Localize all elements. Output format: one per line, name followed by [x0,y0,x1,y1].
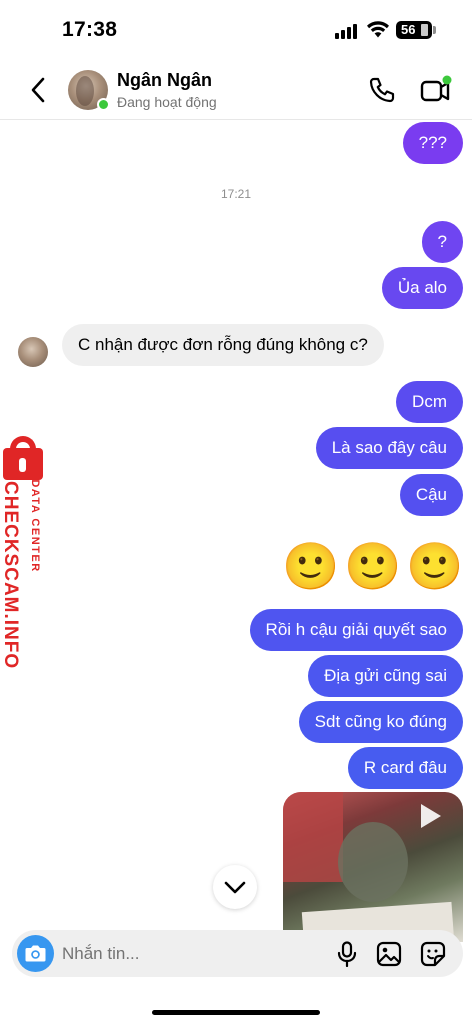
message-bubble-outgoing[interactable]: Rồi h cậu giải quyết sao [249,609,463,651]
media-message[interactable] [283,792,463,942]
online-indicator [97,98,110,111]
message-bubble-outgoing[interactable]: Địa gửi cũng sai [308,655,463,697]
message-bubble-incoming[interactable]: C nhận được đơn rỗng đúng không c? [62,324,384,366]
message-bubble-outgoing[interactable]: Là sao đây câu [315,427,463,469]
contact-status: Đang hoạt động [117,94,217,110]
message-bubble-outgoing[interactable]: ? [421,221,463,263]
watermark: DATA CENTER CHECKSCAM.INFO [0,436,52,670]
message-composer [12,930,463,977]
message-bubble-outgoing[interactable]: Sdt cũng ko đúng [298,701,463,743]
status-time: 17:38 [62,18,118,41]
cellular-signal-icon [335,23,359,39]
phone-call-button[interactable] [368,76,396,104]
message-bubble-outgoing[interactable]: Dcm [396,381,463,423]
wifi-icon [367,21,389,38]
battery-level: 56 [401,22,416,37]
contact-name[interactable]: Ngân Ngân [117,70,212,91]
battery-icon: 56 [396,21,432,39]
camera-icon [25,945,46,962]
status-bar: 17:38 56 [0,0,472,60]
contact-avatar[interactable] [68,70,110,111]
emoji-message[interactable]: 🙂 [344,540,401,592]
watermark-main: CHECKSCAM.INFO [0,481,21,670]
camera-button[interactable] [17,935,54,972]
battery-cap [433,26,436,34]
play-icon[interactable] [421,804,441,828]
video-call-button[interactable] [420,75,452,105]
gallery-button[interactable] [376,941,402,967]
chat-header: Ngân Ngân Đang hoạt động [0,60,472,120]
sticker-button[interactable] [420,941,446,967]
home-indicator[interactable] [152,1010,320,1015]
message-timestamp: 17:21 [220,187,252,201]
message-bubble-outgoing[interactable]: Ủa alo [381,267,463,309]
message-bubble-outgoing[interactable]: R card đâu [347,747,463,789]
chevron-down-icon [224,881,246,894]
message-input[interactable] [62,930,322,977]
emoji-message[interactable]: 🙂 [282,540,339,592]
message-bubble-outgoing[interactable]: Cậu [399,474,463,516]
microphone-button[interactable] [335,941,359,967]
emoji-message[interactable]: 🙂 [406,540,463,592]
sender-avatar[interactable] [18,337,48,367]
watermark-sub: DATA CENTER [29,479,41,573]
back-button[interactable] [26,76,52,104]
scroll-to-bottom-button[interactable] [213,865,257,909]
message-bubble-outgoing[interactable]: ??? [402,122,463,164]
